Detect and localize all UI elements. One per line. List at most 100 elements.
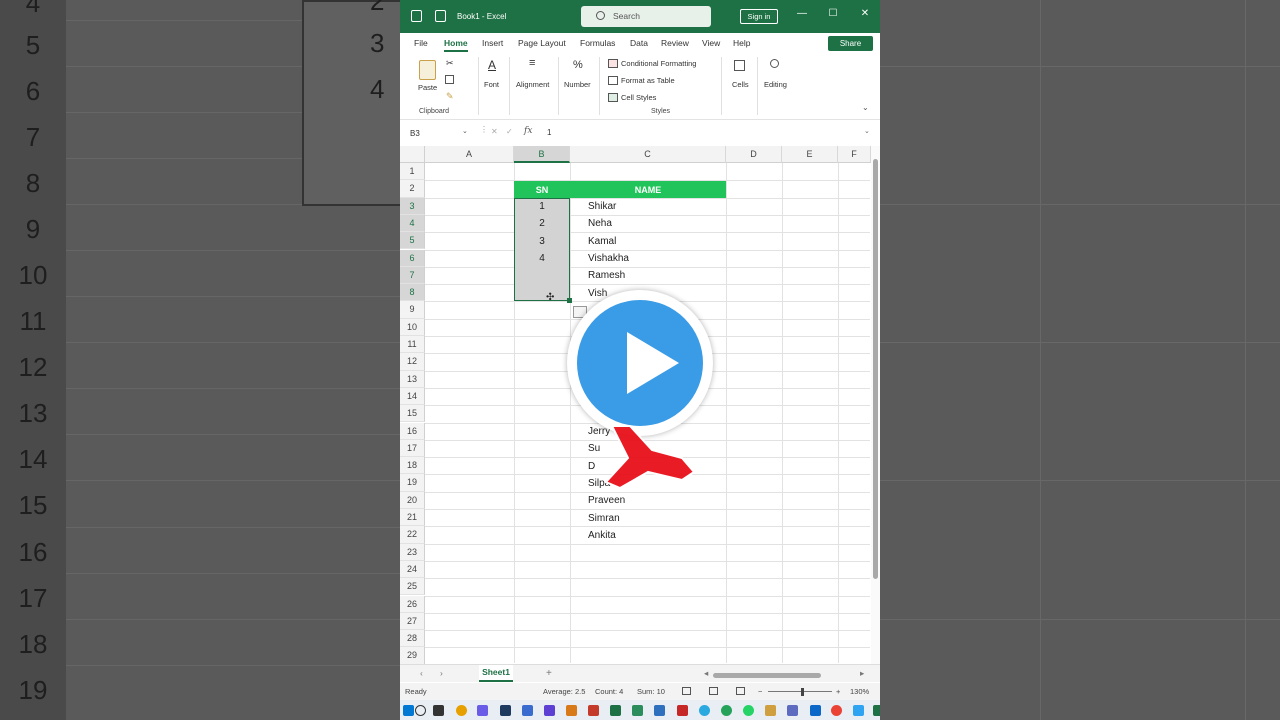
autosave-icon[interactable] bbox=[435, 10, 446, 22]
row-header[interactable]: 25 bbox=[400, 578, 425, 596]
app-icon[interactable] bbox=[677, 705, 688, 716]
row-header[interactable]: 2 bbox=[400, 180, 425, 198]
zoom-level[interactable]: 130% bbox=[850, 687, 869, 696]
row-header[interactable]: 28 bbox=[400, 630, 425, 648]
horizontal-scroll-thumb[interactable] bbox=[713, 673, 821, 678]
row-header[interactable]: 13 bbox=[400, 370, 425, 388]
alignment-icon[interactable]: ≡ bbox=[529, 57, 535, 69]
zoom-slider-thumb[interactable] bbox=[801, 688, 804, 696]
fill-handle[interactable] bbox=[567, 298, 572, 303]
chrome-icon[interactable] bbox=[831, 705, 842, 716]
insert-function-icon[interactable]: fx bbox=[524, 126, 532, 136]
column-header-c[interactable]: C bbox=[570, 146, 726, 163]
row-header[interactable]: 16 bbox=[400, 422, 425, 440]
name-box-dropdown-icon[interactable]: ⌄ bbox=[462, 127, 468, 135]
prev-sheet-icon[interactable]: ‹ bbox=[420, 668, 423, 678]
row-header[interactable]: 6 bbox=[400, 249, 425, 267]
row-header[interactable]: 8 bbox=[400, 284, 425, 302]
row-header[interactable]: 3 bbox=[400, 197, 425, 215]
start-icon[interactable] bbox=[403, 705, 414, 716]
page-break-view-icon[interactable] bbox=[736, 687, 745, 695]
column-header-f[interactable]: F bbox=[838, 146, 871, 163]
select-all-corner[interactable] bbox=[400, 146, 425, 163]
editing-label[interactable]: Editing bbox=[764, 80, 787, 89]
app-icon[interactable] bbox=[456, 705, 467, 716]
copy-icon[interactable] bbox=[445, 75, 454, 84]
excel-taskbar-icon[interactable] bbox=[610, 705, 621, 716]
font-label[interactable]: Font bbox=[484, 80, 499, 89]
app-icon[interactable] bbox=[853, 705, 864, 716]
header-sn[interactable]: SN bbox=[514, 185, 570, 195]
row-header[interactable]: 15 bbox=[400, 405, 425, 423]
scroll-left-icon[interactable]: ◂ bbox=[704, 668, 708, 679]
sheet-tab-sheet1[interactable]: Sheet1 bbox=[479, 665, 513, 682]
tab-data[interactable]: Data bbox=[630, 38, 648, 48]
maximize-button[interactable]: ☐ bbox=[826, 8, 840, 24]
tab-home[interactable]: Home bbox=[444, 38, 468, 52]
whatsapp-icon[interactable] bbox=[721, 705, 732, 716]
sn-cell[interactable]: 2 bbox=[514, 218, 570, 229]
app-icon[interactable] bbox=[654, 705, 665, 716]
column-header-d[interactable]: D bbox=[726, 146, 782, 163]
minimize-button[interactable]: — bbox=[795, 8, 809, 24]
row-header[interactable]: 9 bbox=[400, 301, 425, 319]
find-icon[interactable] bbox=[770, 59, 779, 68]
search-taskbar-icon[interactable] bbox=[415, 705, 426, 716]
format-painter-icon[interactable]: ✎ bbox=[446, 91, 454, 102]
cancel-icon[interactable]: ✕ bbox=[491, 127, 498, 136]
percent-icon[interactable]: % bbox=[573, 59, 583, 71]
sn-cell[interactable]: 3 bbox=[514, 236, 570, 247]
sn-cell[interactable]: 1 bbox=[514, 201, 570, 212]
row-header[interactable]: 19 bbox=[400, 474, 425, 492]
row-header[interactable]: 17 bbox=[400, 439, 425, 458]
vscode-icon[interactable] bbox=[810, 705, 821, 716]
paste-icon[interactable] bbox=[419, 60, 436, 80]
row-header[interactable]: 4 bbox=[400, 214, 425, 233]
tab-view[interactable]: View bbox=[702, 38, 720, 48]
cut-icon[interactable]: ✂ bbox=[446, 58, 454, 69]
tab-file[interactable]: File bbox=[414, 38, 428, 48]
row-header[interactable]: 1 bbox=[400, 163, 425, 181]
app-icon[interactable] bbox=[588, 705, 599, 716]
whatsapp-icon[interactable] bbox=[743, 705, 754, 716]
row-header[interactable]: 24 bbox=[400, 560, 425, 579]
zoom-out-icon[interactable]: − bbox=[758, 687, 762, 696]
enter-icon[interactable]: ✓ bbox=[506, 127, 513, 136]
row-header[interactable]: 12 bbox=[400, 353, 425, 371]
expand-formula-bar-icon[interactable]: ⌄ bbox=[864, 127, 870, 135]
app-icon[interactable] bbox=[477, 705, 488, 716]
tab-help[interactable]: Help bbox=[733, 38, 750, 48]
header-name[interactable]: NAME bbox=[570, 185, 726, 195]
row-header[interactable]: 21 bbox=[400, 509, 425, 527]
sn-cell[interactable]: 4 bbox=[514, 253, 570, 264]
normal-view-icon[interactable] bbox=[682, 687, 691, 695]
row-header[interactable]: 18 bbox=[400, 457, 425, 475]
sign-in-button[interactable]: Sign in bbox=[740, 9, 778, 24]
alignment-label[interactable]: Alignment bbox=[516, 80, 549, 89]
next-sheet-icon[interactable]: › bbox=[440, 668, 443, 678]
name-cell[interactable]: Ankita bbox=[588, 530, 616, 541]
scroll-right-icon[interactable]: ▸ bbox=[860, 668, 864, 679]
search-box[interactable]: Search bbox=[581, 6, 711, 27]
font-icon[interactable]: A bbox=[488, 58, 496, 72]
row-header[interactable]: 14 bbox=[400, 387, 425, 406]
paste-label[interactable]: Paste bbox=[418, 83, 437, 92]
name-cell[interactable]: Simran bbox=[588, 513, 620, 524]
zoom-slider[interactable] bbox=[768, 691, 832, 692]
app-icon[interactable] bbox=[544, 705, 555, 716]
app-icon[interactable] bbox=[873, 705, 880, 716]
row-header[interactable]: 11 bbox=[400, 336, 425, 354]
app-icon[interactable] bbox=[787, 705, 798, 716]
app-icon[interactable] bbox=[632, 705, 643, 716]
name-cell[interactable]: Ramesh bbox=[588, 270, 625, 281]
selected-range[interactable] bbox=[514, 198, 570, 301]
formula-input[interactable]: 1 bbox=[547, 128, 551, 137]
name-cell[interactable]: Vish bbox=[588, 288, 607, 299]
name-cell[interactable]: Shikar bbox=[588, 201, 616, 212]
cell-styles-button[interactable]: Cell Styles bbox=[621, 93, 656, 102]
conditional-formatting-button[interactable]: Conditional Formatting bbox=[621, 59, 696, 68]
name-cell[interactable]: Neha bbox=[588, 218, 612, 229]
row-header[interactable]: 22 bbox=[400, 526, 425, 544]
row-header[interactable]: 10 bbox=[400, 318, 425, 336]
collapse-ribbon-icon[interactable]: ⌄ bbox=[862, 103, 869, 112]
